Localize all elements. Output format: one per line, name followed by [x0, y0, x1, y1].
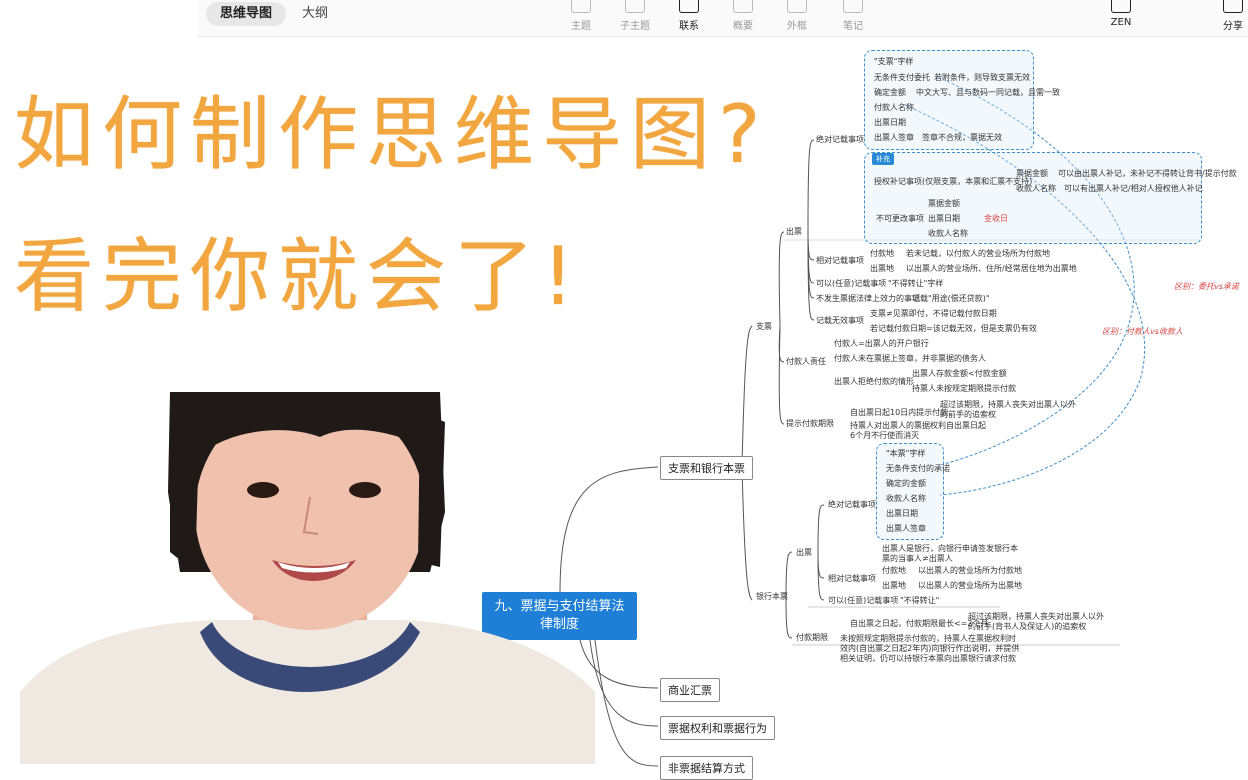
- check-authorized-node[interactable]: 授权补记事项(仅限支票，本票和汇票不支持): [874, 177, 1032, 187]
- check-nc-item[interactable]: 票据金额: [928, 199, 960, 209]
- check-node[interactable]: 支票: [756, 322, 772, 332]
- note-issuer-node[interactable]: 出票人是银行，向银行申请签发银行本票的当事人≠出票人: [882, 544, 1022, 564]
- check-inv-item[interactable]: 若记载付款日期=该记载无效，但是支票仍有效: [870, 324, 1037, 334]
- check-issue-node[interactable]: 出票: [786, 227, 802, 237]
- check-noeffect-node[interactable]: 不发生票据法律上效力的事项: [816, 294, 920, 304]
- note-rel-item[interactable]: 出票地: [882, 581, 906, 591]
- check-payee-note: 可以有出票人补记/相对人授权他人补记: [1064, 184, 1203, 193]
- check-pr-item[interactable]: 付款人=出票人的开户银行: [834, 339, 929, 349]
- check-relative-node[interactable]: 相对记载事项: [816, 256, 864, 266]
- note-relative-node[interactable]: 相对记载事项: [828, 574, 876, 584]
- check-invalid-node[interactable]: 记载无效事项: [816, 316, 864, 326]
- note-rel-item[interactable]: 付款地: [882, 566, 906, 576]
- check-amount-node[interactable]: 票据金额: [1016, 169, 1048, 179]
- note-abs-item[interactable]: "本票"字样: [886, 449, 925, 459]
- check-pr-item[interactable]: 付款人未在票据上签章，并非票据的债务人: [834, 354, 986, 364]
- note-optional-note: "不得转让": [900, 596, 940, 605]
- supplement-tag: 补充: [872, 153, 894, 165]
- headline-line-2: 看完你就会了!: [14, 230, 583, 323]
- check-abs-item[interactable]: 出票人签章: [874, 133, 914, 143]
- branch-check-and-bank-note[interactable]: 支票和银行本票: [660, 456, 753, 480]
- relation-label-2: 区别：付款人vs收款人: [1102, 327, 1183, 336]
- check-amount-note: 可以由出票人补记，未补记不得转让背书/提示付款: [1058, 169, 1237, 178]
- note-abs-item[interactable]: 收款人名称: [886, 494, 926, 504]
- check-pe-item[interactable]: 自出票日起10日内提示付款: [850, 408, 948, 418]
- presenter-photo: [20, 392, 595, 764]
- note-abs-item[interactable]: 出票人签章: [886, 524, 926, 534]
- check-rel-item[interactable]: 出票地: [870, 264, 894, 274]
- check-abs-note: 签章不合规，票据无效: [922, 133, 1002, 142]
- check-nc-item[interactable]: 收款人名称: [928, 229, 968, 239]
- check-pr-item[interactable]: 出票人拒绝付款的情形: [834, 377, 914, 387]
- check-abs-item[interactable]: 确定金额: [874, 88, 906, 98]
- note-absolute-node[interactable]: 绝对记载事项: [828, 500, 876, 510]
- check-supplement-boundary: [864, 152, 1202, 244]
- check-rel-item[interactable]: 付款地: [870, 249, 894, 259]
- note-period-node[interactable]: 付款期限: [796, 633, 828, 643]
- branch-commercial-draft[interactable]: 商业汇票: [660, 678, 720, 702]
- check-inv-item[interactable]: 支票≠见票即付，不得记载付款日期: [870, 309, 997, 319]
- check-payer-resp-node[interactable]: 付款人责任: [786, 357, 826, 367]
- check-payee-node[interactable]: 收款人名称: [1016, 184, 1056, 194]
- check-period-node[interactable]: 提示付款期限: [786, 419, 834, 429]
- check-abs-item[interactable]: "支票"字样: [874, 57, 913, 67]
- check-rel-note: 若未记载，以付款人的营业场所为付款地: [906, 249, 1050, 258]
- check-nochange-node[interactable]: 不可更改事项: [876, 214, 924, 224]
- note-pe-note: 超过该期限，持票人丧失对出票人以外的前手(背书人及保证人)的追索权: [968, 612, 1104, 631]
- note-rel-note: 以出票人的营业场所为付款地: [918, 566, 1022, 575]
- check-abs-note: 中文大写、且与数码一同记载，且需一致: [916, 88, 1060, 97]
- note-abs-item[interactable]: 出票日期: [886, 509, 918, 519]
- presenter-illustration: [20, 392, 595, 764]
- check-pe-item[interactable]: 持票人对出票人的票据权利自出票日起6个月不行使而消灭: [850, 421, 990, 441]
- branch-non-bill-settlement[interactable]: 非票据结算方式: [660, 756, 753, 780]
- note-optional-node[interactable]: 可以(任意)记载事项: [828, 596, 898, 606]
- note-node[interactable]: 银行本票: [756, 592, 788, 602]
- check-nc-note: 金收日: [984, 214, 1008, 223]
- check-abs-note: 若附条件，则导致支票无效: [934, 73, 1030, 82]
- check-nc-item[interactable]: 出票日期: [928, 214, 960, 224]
- relation-label-1: 区别：委托vs承诺: [1174, 282, 1239, 291]
- headline-line-1: 如何制作思维导图?: [14, 88, 769, 181]
- note-abs-item[interactable]: 确定的金额: [886, 479, 926, 489]
- note-pe-item[interactable]: 未按照规定期限提示付款的，持票人在票据权利时效内(自出票之日起2年内)向银行作出…: [840, 634, 1020, 664]
- check-rel-note: 以出票人的营业场所、住所/经常居住地为出票地: [906, 264, 1077, 273]
- note-abs-item[interactable]: 无条件支付的承诺: [886, 464, 950, 474]
- note-rel-note: 以出票人的营业场所为出票地: [918, 581, 1022, 590]
- note-issue-node[interactable]: 出票: [796, 548, 812, 558]
- check-pe-note: 超过该期限，持票人丧失对出票人以外的前手的追索权: [940, 400, 1076, 419]
- check-abs-item[interactable]: 付款人名称: [874, 103, 914, 113]
- check-abs-item[interactable]: 出票日期: [874, 118, 906, 128]
- check-optional-note: "不得转让"字样: [888, 279, 944, 288]
- check-pr-item[interactable]: 持票人未按规定期限提示付款: [912, 384, 1016, 394]
- check-abs-item[interactable]: 无条件支付委托: [874, 73, 930, 83]
- check-noeffect-note: 记载"用途(偿还贷款)": [912, 294, 990, 303]
- check-absolute-node[interactable]: 绝对记载事项: [816, 135, 864, 145]
- check-pr-item[interactable]: 出票人存款金额<付款金额: [912, 369, 1007, 379]
- branch-bill-rights[interactable]: 票据权利和票据行为: [660, 716, 775, 740]
- check-optional-node[interactable]: 可以(任意)记载事项: [816, 279, 886, 289]
